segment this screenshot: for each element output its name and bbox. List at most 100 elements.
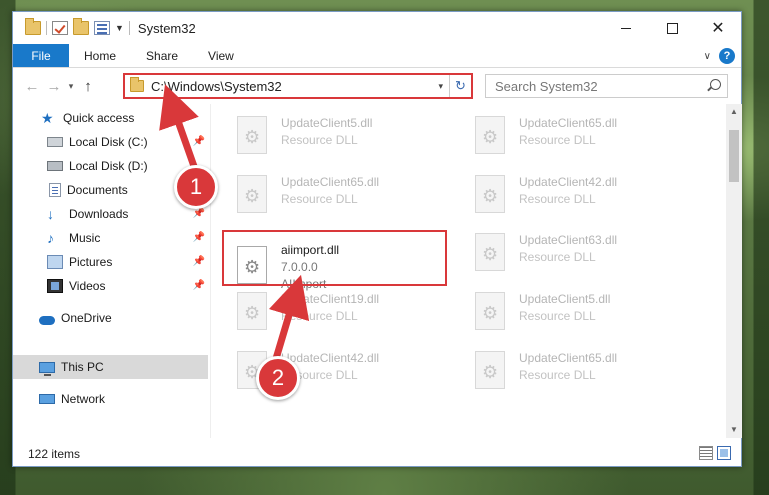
file-description: Resource DLL [519, 368, 596, 382]
pin-icon[interactable]: 📌 [193, 280, 205, 291]
forward-arrow-icon[interactable]: → [43, 78, 65, 95]
properties-check-icon[interactable] [52, 21, 68, 35]
file-item[interactable]: UpdateClient5.dll Resource DLL [449, 284, 669, 336]
dll-file-icon [475, 292, 505, 330]
dll-file-icon [237, 292, 267, 330]
sidebar-item-label: Quick access [63, 111, 135, 125]
file-name: UpdateClient63.dll [519, 233, 618, 247]
file-name: UpdateClient42.dll [519, 175, 618, 189]
search-box[interactable]: Search System32 [485, 74, 728, 98]
sidebar-item-label: Network [61, 392, 106, 406]
tab-home[interactable]: Home [69, 44, 131, 67]
status-bar: 122 items [13, 442, 741, 466]
view-toggle [699, 446, 731, 460]
file-item[interactable]: UpdateClient19.dll Resource DLL [211, 284, 431, 336]
file-description: Resource DLL [281, 133, 358, 147]
tab-share[interactable]: Share [131, 44, 193, 67]
toolbar-divider [128, 21, 130, 35]
search-icon[interactable] [710, 79, 721, 90]
sidebar-item-this-pc[interactable]: This PC [13, 355, 208, 379]
new-folder-icon[interactable] [73, 18, 89, 35]
search-placeholder: Search System32 [495, 78, 598, 94]
vertical-scrollbar[interactable]: ▲ ▼ [726, 104, 742, 438]
file-item[interactable]: UpdateClient65.dll Resource DLL [211, 167, 431, 219]
file-item[interactable]: UpdateClient65.dll Resource DLL [449, 343, 669, 395]
file-version: 7.0.0.0 [281, 260, 318, 274]
dll-file-icon [475, 175, 505, 213]
scroll-down-arrow-icon[interactable]: ▼ [726, 422, 742, 438]
navigation-bar: ← → ▾ ↑ C:\Windows\System32 ▾ ↻ Search S… [13, 69, 741, 103]
file-name: UpdateClient5.dll [519, 292, 611, 306]
sidebar-item-pictures[interactable]: Pictures 📌 [13, 250, 208, 274]
pictures-icon [47, 255, 63, 269]
file-list: UpdateClient5.dll Resource DLL UpdateCli… [211, 104, 726, 438]
star-icon: ★ [41, 110, 54, 126]
sidebar-item-documents[interactable]: Documents [13, 178, 208, 202]
expand-ribbon-chevron-icon[interactable]: ∨ [704, 51, 711, 62]
back-arrow-icon[interactable]: ← [21, 78, 43, 95]
details-view-icon[interactable] [699, 446, 713, 460]
sidebar-item-music[interactable]: ♪ Music 📌 [13, 226, 208, 250]
file-name: aiimport.dll [281, 243, 340, 257]
file-name: UpdateClient65.dll [281, 175, 380, 189]
pin-icon[interactable]: 📌 [193, 256, 205, 267]
help-icon[interactable]: ? [719, 48, 735, 64]
file-item[interactable]: UpdateClient65.dll Resource DLL [449, 108, 669, 160]
title-bar: ▼ System32 ✕ [13, 12, 741, 44]
pin-icon[interactable]: 📌 [193, 208, 205, 219]
item-count: 122 items [28, 447, 81, 461]
file-description: Resource DLL [519, 250, 596, 264]
sidebar-item-videos[interactable]: Videos 📌 [13, 274, 208, 298]
file-name: UpdateClient19.dll [281, 292, 380, 306]
sidebar-item-local-disk-d[interactable]: Local Disk (D:) [13, 154, 208, 178]
scroll-up-arrow-icon[interactable]: ▲ [726, 104, 742, 120]
tab-view[interactable]: View [193, 44, 249, 67]
pin-icon[interactable]: 📌 [193, 232, 205, 243]
recent-locations-chevron-icon[interactable]: ▾ [65, 81, 77, 92]
pin-icon[interactable]: 📌 [193, 136, 205, 147]
file-item[interactable]: UpdateClient5.dll Resource DLL [211, 108, 431, 160]
dll-file-icon [475, 116, 505, 154]
sidebar-item-network[interactable]: Network [13, 387, 208, 411]
folder-icon [130, 77, 144, 92]
dll-file-icon [475, 233, 505, 271]
chevron-down-icon[interactable]: ▼ [115, 23, 124, 33]
file-name: UpdateClient65.dll [519, 116, 618, 130]
address-dropdown-chevron-icon[interactable]: ▾ [438, 81, 443, 92]
address-path[interactable]: C:\Windows\System32 [151, 79, 282, 94]
network-icon [39, 394, 55, 404]
cloud-icon [39, 315, 55, 325]
refresh-icon[interactable]: ↻ [449, 75, 471, 97]
sidebar-item-local-disk-c[interactable]: Local Disk (C:) 📌 [13, 130, 208, 154]
address-bar[interactable]: C:\Windows\System32 ▾ ↻ [123, 73, 473, 99]
tab-file[interactable]: File [13, 44, 69, 67]
window-title: System32 [137, 20, 196, 36]
sidebar-item-label: Pictures [69, 255, 113, 269]
documents-icon [49, 183, 61, 197]
large-icons-view-icon[interactable] [717, 446, 731, 460]
sidebar-item-label: OneDrive [61, 311, 112, 325]
file-item[interactable]: UpdateClient63.dll Resource DLL [449, 225, 669, 277]
file-description: Resource DLL [281, 368, 358, 382]
file-description: Resource DLL [519, 309, 596, 323]
ribbon-tabs: File Home Share View ∨ ? [13, 44, 741, 68]
sidebar-item-label: Local Disk (D:) [69, 159, 148, 173]
maximize-button[interactable] [649, 12, 695, 44]
navigation-pane: ★ Quick access Local Disk (C:) 📌 Local D… [13, 104, 210, 438]
dll-file-icon [237, 246, 267, 284]
file-description: Resource DLL [281, 192, 358, 206]
up-arrow-icon[interactable]: ↑ [77, 78, 99, 95]
file-name: UpdateClient42.dll [281, 351, 380, 365]
file-item[interactable]: UpdateClient42.dll Resource DLL [449, 167, 669, 219]
file-item-aiimport[interactable]: aiimport.dll 7.0.0.0 AIImport [211, 238, 431, 291]
file-item[interactable]: UpdateClient42.dll Resource DLL [211, 343, 431, 395]
sidebar-item-downloads[interactable]: ↓ Downloads 📌 [13, 202, 208, 226]
scrollbar-thumb[interactable] [729, 130, 739, 182]
sidebar-item-onedrive[interactable]: OneDrive [13, 306, 208, 330]
sidebar-item-quick-access[interactable]: ★ Quick access [13, 106, 208, 130]
sidebar-item-label: Downloads [69, 207, 129, 221]
customize-icon[interactable] [94, 21, 110, 35]
file-explorer-window: ▼ System32 ✕ File Home Share View ∨ ? ← … [12, 11, 742, 467]
close-button[interactable]: ✕ [695, 12, 741, 44]
minimize-button[interactable] [603, 12, 649, 44]
